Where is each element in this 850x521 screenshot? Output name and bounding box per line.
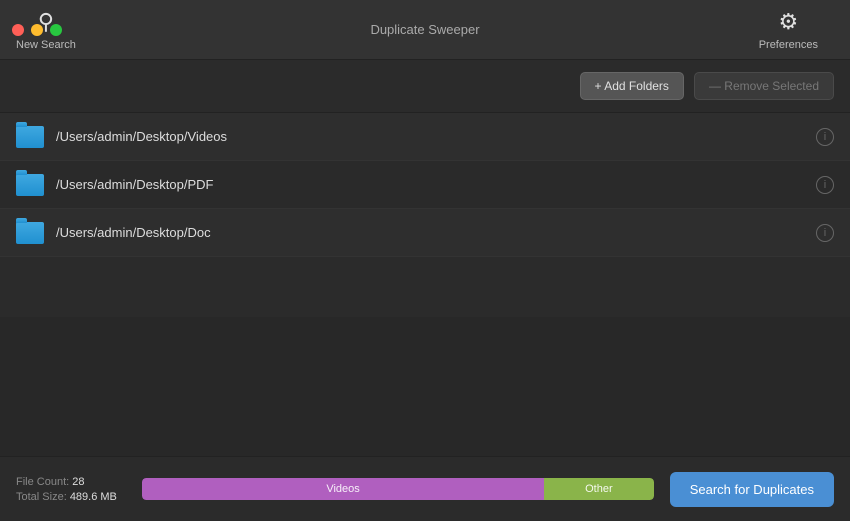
file-stats: File Count: 28 Total Size: 489.6 MB [16, 476, 126, 503]
title-bar: Duplicate Sweeper ⚲ New Search ⚙ Prefere… [0, 0, 850, 60]
info-icon: i [824, 227, 826, 239]
file-count-line: File Count: 28 [16, 476, 126, 488]
folder-icon [16, 126, 44, 148]
folder-row: /Users/admin/Desktop/Videos i [0, 113, 850, 161]
other-label: Other [585, 483, 613, 495]
window-title: Duplicate Sweeper [370, 22, 479, 37]
left-toolbar: ⚲ New Search [0, 0, 92, 60]
total-size-value: 489.6 MB [70, 491, 117, 503]
main-content: + Add Folders — Remove Selected /Users/a… [0, 60, 850, 521]
videos-segment: Videos [142, 478, 544, 500]
folder-path: /Users/admin/Desktop/PDF [56, 177, 816, 192]
folder-icon [16, 222, 44, 244]
search-duplicates-button[interactable]: Search for Duplicates [670, 472, 834, 507]
info-icon: i [824, 179, 826, 191]
folder-info-button[interactable]: i [816, 224, 834, 242]
add-folders-button[interactable]: + Add Folders [580, 72, 684, 100]
preferences-label: Preferences [759, 39, 818, 51]
storage-bar: Videos Other [142, 478, 654, 500]
remove-selected-button[interactable]: — Remove Selected [694, 72, 834, 100]
search-icon: ⚲ [38, 9, 54, 35]
total-size-label: Total Size: [16, 491, 67, 503]
folder-path: /Users/admin/Desktop/Doc [56, 225, 816, 240]
folder-info-button[interactable]: i [816, 176, 834, 194]
other-segment: Other [544, 478, 654, 500]
videos-label: Videos [326, 483, 359, 495]
new-search-button[interactable]: ⚲ New Search [0, 1, 92, 59]
new-search-label: New Search [16, 39, 76, 51]
gear-icon: ⚙ [778, 9, 798, 35]
file-count-value: 28 [72, 476, 84, 488]
folder-path: /Users/admin/Desktop/Videos [56, 129, 816, 144]
folder-icon [16, 174, 44, 196]
file-count-label: File Count: [16, 476, 69, 488]
bottom-bar: File Count: 28 Total Size: 489.6 MB Vide… [0, 456, 850, 521]
folder-row: /Users/admin/Desktop/Doc i [0, 209, 850, 257]
total-size-line: Total Size: 489.6 MB [16, 491, 126, 503]
action-bar: + Add Folders — Remove Selected [0, 60, 850, 113]
preferences-button[interactable]: ⚙ Preferences [743, 1, 834, 59]
info-icon: i [824, 131, 826, 143]
folder-list: /Users/admin/Desktop/Videos i /Users/adm… [0, 113, 850, 317]
right-toolbar: ⚙ Preferences [743, 0, 850, 60]
folder-row: /Users/admin/Desktop/PDF i [0, 161, 850, 209]
folder-info-button[interactable]: i [816, 128, 834, 146]
